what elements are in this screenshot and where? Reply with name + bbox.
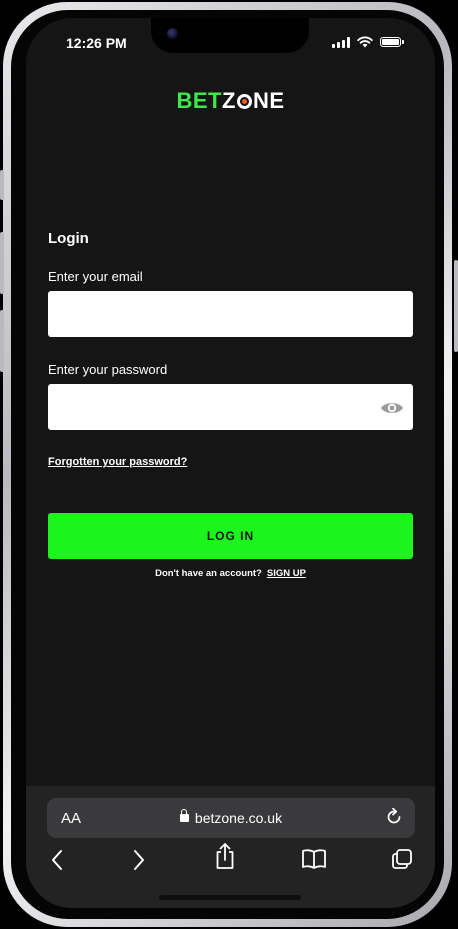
back-icon[interactable] <box>50 848 64 872</box>
no-account-text: Don't have an account? <box>155 568 262 579</box>
lock-icon <box>179 809 189 822</box>
logo-o-mark-icon <box>236 94 252 109</box>
signup-row: Don't have an account? SIGN UP <box>26 568 435 579</box>
forgot-password-link[interactable]: Forgotten your password? <box>48 456 187 468</box>
login-heading: Login <box>48 230 89 247</box>
volume-down-button <box>0 310 4 372</box>
camera-icon <box>167 28 178 39</box>
notch <box>151 18 309 53</box>
url-display[interactable]: betzone.co.uk <box>47 809 415 826</box>
battery-icon <box>380 37 404 47</box>
phone-screen: 12:26 PM BETZ NE Login Enter your email E… <box>26 18 435 908</box>
safari-toolbar: AA betzone.co.uk <box>26 786 435 908</box>
show-password-eye-icon[interactable] <box>380 400 404 416</box>
password-label: Enter your password <box>48 362 168 377</box>
tabs-icon[interactable] <box>391 848 413 870</box>
share-icon[interactable] <box>214 842 236 870</box>
cellular-signal-icon <box>332 36 350 48</box>
logo-bet-text: BET <box>176 88 222 113</box>
betzone-logo: BETZ NE <box>26 88 435 114</box>
url-text: betzone.co.uk <box>194 810 283 826</box>
mute-switch <box>0 170 4 200</box>
home-indicator <box>159 895 301 900</box>
address-bar[interactable]: AA betzone.co.uk <box>47 798 415 838</box>
logo-ne-text: NE <box>252 88 285 113</box>
signup-link[interactable]: SIGN UP <box>267 568 306 579</box>
wifi-icon <box>357 36 373 48</box>
status-time: 12:26 PM <box>66 35 127 51</box>
email-field[interactable] <box>48 291 413 337</box>
reload-icon[interactable] <box>385 808 403 826</box>
volume-up-button <box>0 232 4 294</box>
password-field[interactable] <box>48 384 413 430</box>
email-label: Enter your email <box>48 269 143 284</box>
logo-z-text: Z <box>221 88 236 113</box>
login-button[interactable]: LOG IN <box>48 513 413 559</box>
browser-nav-row <box>26 843 435 878</box>
power-button <box>454 260 458 352</box>
status-icons <box>332 36 404 48</box>
bookmarks-icon[interactable] <box>301 848 327 870</box>
forward-icon[interactable] <box>132 848 146 872</box>
